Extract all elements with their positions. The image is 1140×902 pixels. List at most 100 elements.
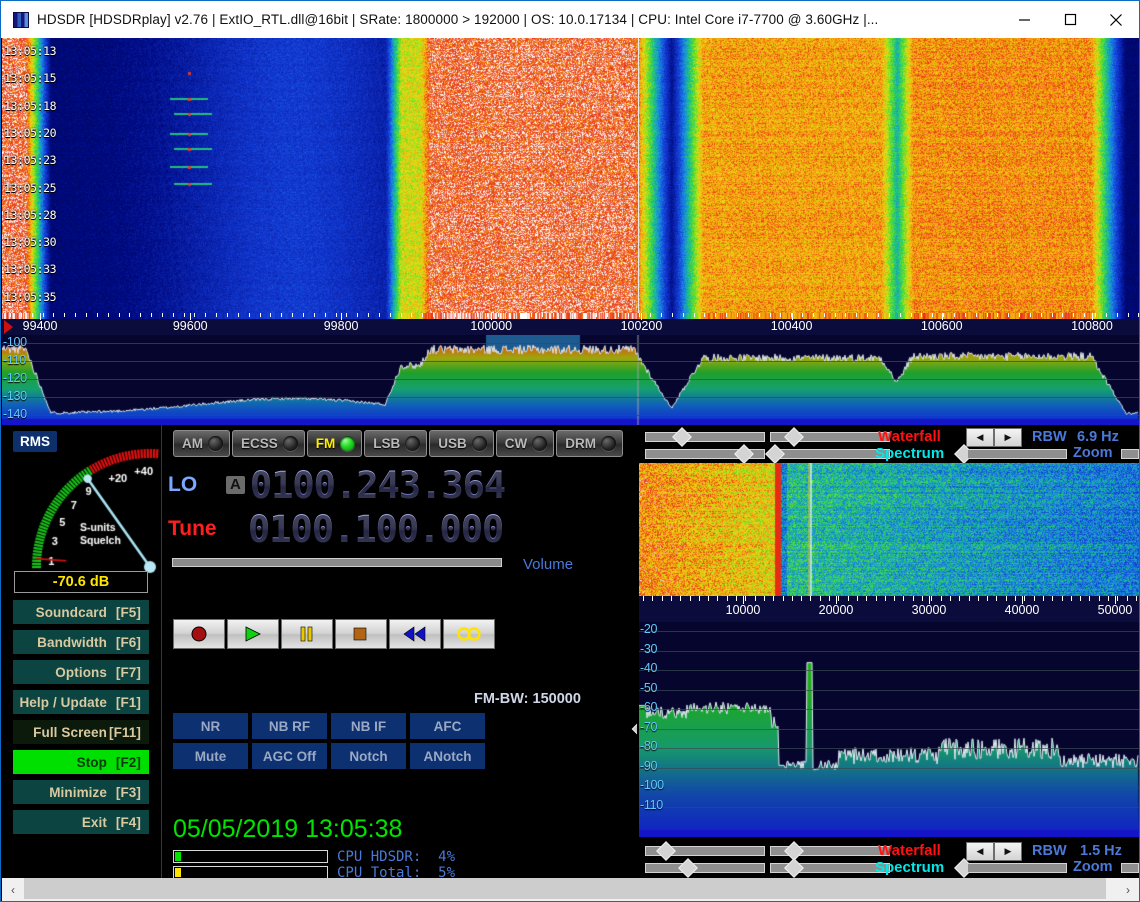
audio-spectrum[interactable]: -20-30-40-50-60-70-80-90-100-110 [639,622,1139,837]
frequency-ruler[interactable]: 9940099600998001000001002001004001006001… [2,313,1139,335]
record-button[interactable] [173,619,225,649]
mode-button-drm[interactable]: DRM [556,430,623,457]
mode-button-label: ECSS [241,436,278,451]
sidebar-button-stop[interactable]: Stop[F2] [13,750,149,774]
sidebar-button-minimize[interactable]: Minimize[F3] [13,780,149,804]
rf-waterfall[interactable]: 13:05:1313:05:1513:05:1813:05:2013:05:23… [2,38,1139,313]
maximize-icon[interactable] [1047,1,1093,38]
wf-contrast-slider-knob[interactable] [672,427,692,447]
dsp-button-agc-off[interactable]: AGC Off [252,743,327,769]
title-bar: HDSDR [HDSDRplay] v2.76 | ExtIO_RTL.dll@… [1,1,1139,38]
audio-waterfall[interactable] [639,463,1139,596]
af-top-controls: Waterfall ◀ ▶ RBW 6.9 Hz Spectrum Zoom [637,425,1139,461]
mode-button-ecss[interactable]: ECSS [232,430,305,457]
zoom-slider-track-top[interactable] [967,449,1067,459]
audio-spectrum-gridline [639,768,1139,769]
frequency-tick [108,313,109,317]
sidebar-button-help-update[interactable]: Help / Update[F1] [13,690,149,714]
sidebar-button-exit[interactable]: Exit[F4] [13,810,149,834]
audio-ruler-tick [913,596,914,601]
volume-slider-track[interactable] [172,558,502,567]
sidebar-button-soundcard[interactable]: Soundcard[F5] [13,600,149,624]
rbw-stepper-bottom[interactable]: ◀ ▶ [966,842,1022,861]
play-button[interactable] [227,619,279,649]
waterfall-timestamp: 13:05:30 [4,235,56,249]
mode-button-lsb[interactable]: LSB [364,430,427,457]
dsp-button-nb-rf[interactable]: NB RF [252,713,327,739]
loop-button[interactable] [443,619,495,649]
vfo-a-badge[interactable]: A [226,476,245,494]
lo-frequency-row[interactable]: LO A 0100.243.364 [168,463,505,507]
audio-spectrum-gridline [639,709,1139,710]
af-bottom-controls: Waterfall ◀ ▶ RBW 1.5 Hz Spectrum Zoom [637,839,1139,875]
lo-frequency-value[interactable]: 0100.243.364 [250,464,505,507]
dsp-button-nb-if[interactable]: NB IF [331,713,406,739]
dsp-button-afc[interactable]: AFC [410,713,485,739]
sp-contrast-slider-track-bottom[interactable] [645,863,765,873]
minimize-icon[interactable] [1001,1,1047,38]
audio-ruler-tick [755,596,756,601]
frequency-label: 100400 [771,319,813,333]
sp-contrast-slider-knob[interactable] [734,444,754,464]
mode-button-fm[interactable]: FM [307,430,363,457]
rbw-next-icon-bottom[interactable]: ▶ [994,842,1022,861]
sidebar-button-bandwidth[interactable]: Bandwidth[F6] [13,630,149,654]
audio-frequency-ruler[interactable]: 1000020000300004000050000 [639,596,1139,622]
sp-brightness-slider-knob[interactable] [765,444,785,464]
frequency-tick [1117,313,1118,317]
mode-button-am[interactable]: AM [173,430,230,457]
scroll-right-icon[interactable]: › [1117,878,1139,901]
wf-contrast-slider-knob-bottom[interactable] [656,841,676,861]
tune-frequency-row[interactable]: Tune 0100.100.000 [168,507,505,551]
horizontal-scrollbar[interactable]: ‹ › [2,878,1139,901]
audio-spectrum-db-label: -50 [640,681,657,695]
sp-brightness-slider-knob-bottom[interactable] [784,858,804,878]
zoom-slider-track-bottom[interactable] [967,863,1067,873]
frequency-tick [10,313,11,317]
scrollbar-thumb[interactable] [24,878,1106,899]
audio-spectrum-canvas[interactable] [639,622,1139,837]
rbw-next-icon[interactable]: ▶ [994,428,1022,447]
sp-contrast-slider-knob-bottom[interactable] [678,858,698,878]
stop-button[interactable] [335,619,387,649]
scrollbar-track[interactable] [24,878,1117,901]
spectrum-db-label: -140 [3,407,27,421]
mode-button-cw[interactable]: CW [496,430,555,457]
volume-control: Volume [168,553,638,575]
sidebar-button-hotkey: [F2] [107,755,141,770]
frequency-tick [997,313,998,317]
dsp-button-nr[interactable]: NR [173,713,248,739]
scroll-left-icon[interactable]: ‹ [2,878,24,901]
frequency-tick [921,313,922,317]
spectrum-label-bottom: Spectrum [875,859,944,876]
rbw-prev-icon-bottom[interactable]: ◀ [966,842,994,861]
rbw-stepper-top[interactable]: ◀ ▶ [966,428,1022,447]
rbw-prev-icon[interactable]: ◀ [966,428,994,447]
rf-spectrum-canvas[interactable] [2,335,1139,425]
rf-spectrum[interactable]: -100-110-120-130-140 [2,335,1139,425]
audio-ruler-tick [708,596,709,601]
sidebar-button-options[interactable]: Options[F7] [13,660,149,684]
frequency-tick [97,313,98,317]
spectrum-db-label: -100 [3,335,27,349]
tune-frequency-value[interactable]: 0100.100.000 [248,508,503,551]
rf-waterfall-canvas[interactable] [2,38,1139,313]
audio-ruler-tick [1052,596,1053,601]
hdsdr-window: HDSDR [HDSDRplay] v2.76 | ExtIO_RTL.dll@… [0,0,1140,902]
dsp-button-mute[interactable]: Mute [173,743,248,769]
pause-button[interactable] [281,619,333,649]
dsp-button-anotch[interactable]: ANotch [410,743,485,769]
rewind-button[interactable] [389,619,441,649]
sp-brightness-slider-track[interactable] [770,449,890,459]
audio-ruler-tick [1034,596,1035,601]
spectrum-gridline [2,379,1139,380]
zoom-extra-slider-bottom[interactable] [1121,863,1139,873]
mode-button-usb[interactable]: USB [429,430,494,457]
dsp-button-notch[interactable]: Notch [331,743,406,769]
frequency-tick [336,313,337,317]
wf-brightness-slider-knob[interactable] [784,427,804,447]
sidebar-button-full-screen[interactable]: Full Screen[F11] [13,720,149,744]
zoom-extra-slider-top[interactable] [1121,449,1139,459]
wf-contrast-slider-track[interactable] [645,432,765,442]
close-icon[interactable] [1093,1,1139,38]
